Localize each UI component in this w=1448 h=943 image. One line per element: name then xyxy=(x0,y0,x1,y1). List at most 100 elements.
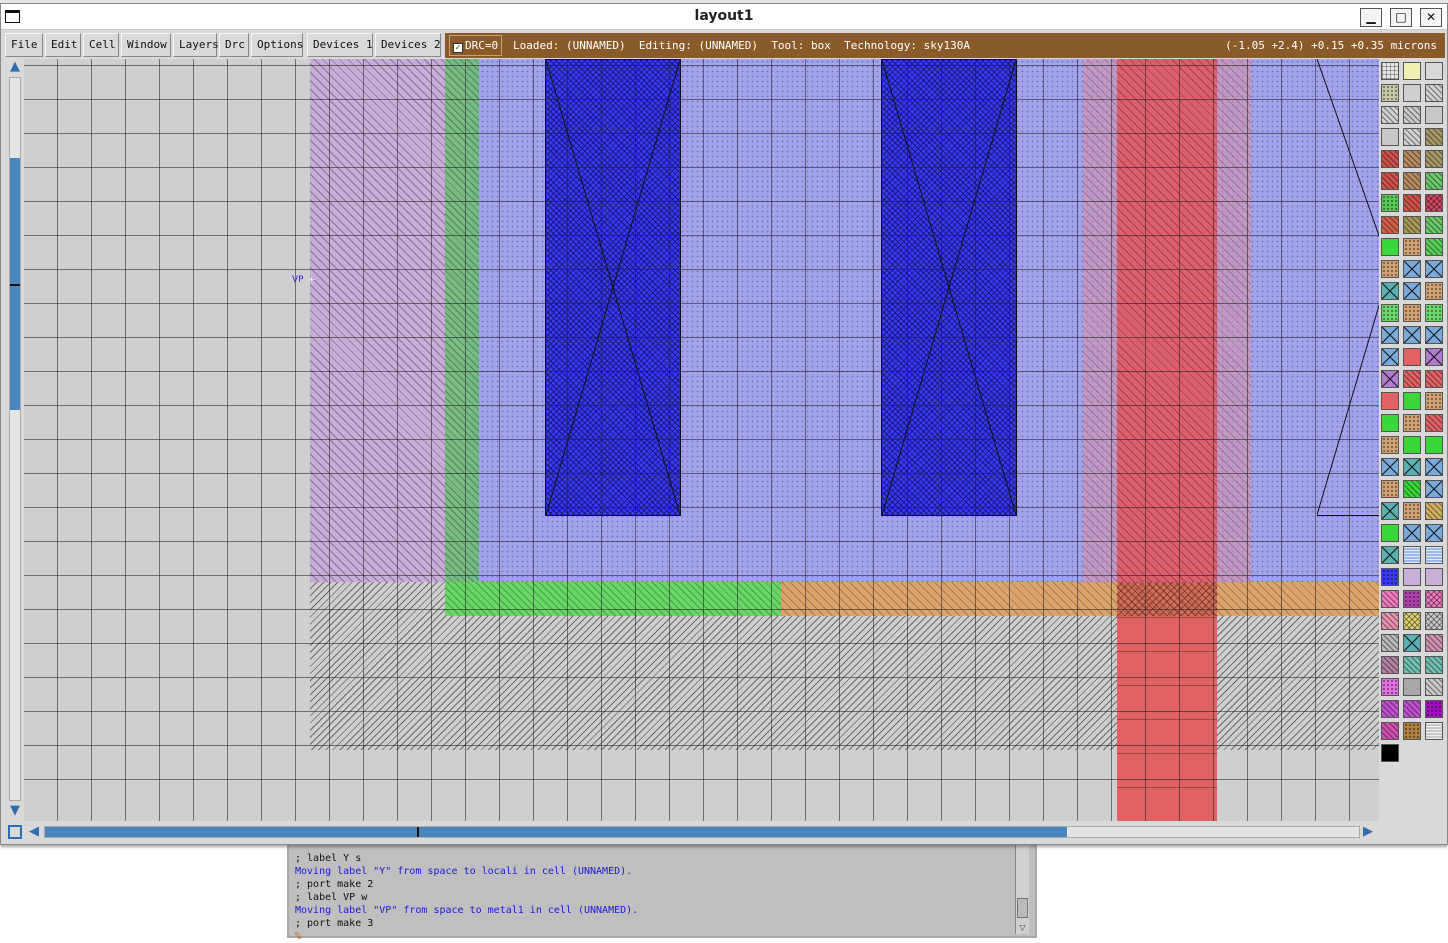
layer-swatch[interactable] xyxy=(1381,172,1399,190)
zoom-box-icon[interactable] xyxy=(8,825,22,839)
layer-swatch[interactable] xyxy=(1425,612,1443,630)
layer-swatch[interactable] xyxy=(1403,106,1421,124)
layer-swatch[interactable] xyxy=(1425,722,1443,740)
horizontal-scroll-thumb[interactable] xyxy=(45,827,1067,837)
drc-toggle[interactable]: ✓ DRC=0 xyxy=(449,35,503,56)
menu-devices-2[interactable]: Devices 2 xyxy=(375,33,441,57)
layer-swatch[interactable] xyxy=(1425,62,1443,80)
layer-swatch[interactable] xyxy=(1425,304,1443,322)
layer-swatch[interactable] xyxy=(1381,282,1399,300)
layer-swatch[interactable] xyxy=(1381,370,1399,388)
vertical-scroll-track[interactable] xyxy=(9,77,21,801)
layer-swatch[interactable] xyxy=(1403,722,1421,740)
layer-swatch[interactable] xyxy=(1425,458,1443,476)
layer-swatch[interactable] xyxy=(1381,678,1399,696)
layer-swatch[interactable] xyxy=(1425,678,1443,696)
layer-swatch[interactable] xyxy=(1425,282,1443,300)
layer-swatch[interactable] xyxy=(1403,502,1421,520)
console-scrollbar[interactable]: ▽ xyxy=(1015,840,1029,934)
layer-swatch[interactable] xyxy=(1425,238,1443,256)
layer-swatch[interactable] xyxy=(1381,128,1399,146)
layer-swatch[interactable] xyxy=(1425,84,1443,102)
layer-swatch[interactable] xyxy=(1381,656,1399,674)
layer-swatch[interactable] xyxy=(1425,348,1443,366)
layer-swatch[interactable] xyxy=(1403,238,1421,256)
layer-swatch[interactable] xyxy=(1381,524,1399,542)
layer-swatch[interactable] xyxy=(1381,84,1399,102)
layer-swatch[interactable] xyxy=(1403,304,1421,322)
layer-swatch[interactable] xyxy=(1381,590,1399,608)
layer-swatch[interactable] xyxy=(1403,590,1421,608)
port-label-vp[interactable]: VP xyxy=(292,275,304,285)
minimize-button[interactable]: ▁ xyxy=(1360,8,1382,27)
layer-swatch[interactable] xyxy=(1381,392,1399,410)
layer-swatch[interactable] xyxy=(1403,392,1421,410)
layer-swatch[interactable] xyxy=(1403,480,1421,498)
scroll-left-arrow-icon[interactable]: ◀ xyxy=(26,824,42,840)
layer-swatch[interactable] xyxy=(1403,436,1421,454)
layer-swatch[interactable] xyxy=(1381,238,1399,256)
layer-swatch[interactable] xyxy=(1403,634,1421,652)
vertical-scrollbar[interactable]: ▲ ▼ xyxy=(6,59,24,821)
layer-swatch[interactable] xyxy=(1425,568,1443,586)
layer-swatch[interactable] xyxy=(1403,700,1421,718)
layer-swatch[interactable] xyxy=(1425,414,1443,432)
layer-swatch[interactable] xyxy=(1425,634,1443,652)
layer-swatch[interactable] xyxy=(1381,436,1399,454)
layer-swatch[interactable] xyxy=(1403,172,1421,190)
close-button[interactable]: ✕ xyxy=(1420,8,1442,27)
layer-swatch[interactable] xyxy=(1425,546,1443,564)
layer-swatch[interactable] xyxy=(1381,326,1399,344)
layer-swatch[interactable] xyxy=(1403,348,1421,366)
menu-drc[interactable]: Drc xyxy=(219,33,249,57)
layer-swatch[interactable] xyxy=(1425,436,1443,454)
layer-swatch[interactable] xyxy=(1381,634,1399,652)
tcl-console-window[interactable]: ; label Y s Moving label "Y" from space t… xyxy=(287,838,1037,942)
layer-swatch[interactable] xyxy=(1381,568,1399,586)
layer-swatch[interactable] xyxy=(1425,326,1443,344)
layer-swatch[interactable] xyxy=(1381,194,1399,212)
layer-swatch[interactable] xyxy=(1381,106,1399,124)
layer-swatch[interactable] xyxy=(1425,370,1443,388)
layer-swatch[interactable] xyxy=(1381,150,1399,168)
layer-swatch[interactable] xyxy=(1403,282,1421,300)
layer-swatch[interactable] xyxy=(1403,414,1421,432)
maximize-button[interactable]: □ xyxy=(1390,8,1412,27)
layer-swatch[interactable] xyxy=(1425,480,1443,498)
layer-swatch[interactable] xyxy=(1403,216,1421,234)
layer-swatch[interactable] xyxy=(1381,480,1399,498)
layer-swatch[interactable] xyxy=(1381,700,1399,718)
layer-swatch[interactable] xyxy=(1381,216,1399,234)
title-bar[interactable]: layout1 ▁ □ ✕ xyxy=(1,4,1447,30)
menu-cell[interactable]: Cell xyxy=(83,33,119,57)
drc-checkbox-check-icon[interactable]: ✓ xyxy=(453,43,463,53)
layer-swatch[interactable] xyxy=(1403,128,1421,146)
layer-swatch[interactable] xyxy=(1381,414,1399,432)
layer-swatch[interactable] xyxy=(1425,106,1443,124)
layer-swatch[interactable] xyxy=(1403,546,1421,564)
layer-swatch[interactable] xyxy=(1381,722,1399,740)
layer-swatch[interactable] xyxy=(1381,502,1399,520)
layer-swatch[interactable] xyxy=(1425,656,1443,674)
layer-swatch[interactable] xyxy=(1425,260,1443,278)
layer-swatch[interactable] xyxy=(1403,678,1421,696)
layer-swatch[interactable] xyxy=(1403,458,1421,476)
scroll-down-arrow-icon[interactable]: ▼ xyxy=(7,803,23,819)
layer-swatch[interactable] xyxy=(1403,656,1421,674)
layer-swatch[interactable] xyxy=(1381,260,1399,278)
layer-swatch[interactable] xyxy=(1381,62,1399,80)
menu-layers[interactable]: Layers xyxy=(173,33,219,57)
console-scroll-down-arrow-icon[interactable]: ▽ xyxy=(1017,923,1028,933)
menu-edit[interactable]: Edit xyxy=(45,33,81,57)
scroll-right-arrow-icon[interactable]: ▶ xyxy=(1360,824,1376,840)
layer-swatch[interactable] xyxy=(1403,370,1421,388)
layer-swatch[interactable] xyxy=(1425,216,1443,234)
layer-swatch[interactable] xyxy=(1381,744,1399,762)
layer-swatch[interactable] xyxy=(1381,348,1399,366)
layer-swatch[interactable] xyxy=(1403,150,1421,168)
layout-canvas[interactable]: VP + xyxy=(24,59,1379,821)
layer-swatch[interactable] xyxy=(1425,502,1443,520)
layer-swatch[interactable] xyxy=(1403,84,1421,102)
layer-swatch[interactable] xyxy=(1403,62,1421,80)
layer-swatch[interactable] xyxy=(1403,194,1421,212)
